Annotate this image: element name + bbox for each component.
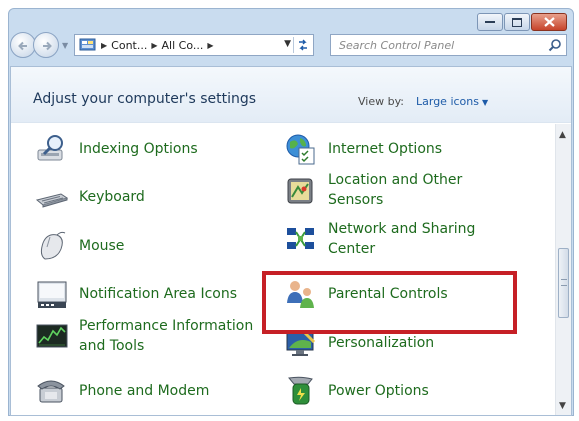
item-label: Power Options: [328, 383, 429, 399]
view-mode-value: Large icons: [416, 95, 479, 108]
breadcrumb-item-all-items[interactable]: All Co...: [162, 39, 204, 52]
item-label: Personalization: [328, 335, 435, 351]
breadcrumb-item-control-panel[interactable]: Cont...: [111, 39, 147, 52]
phone-modem-icon: [37, 380, 65, 403]
highlight-box: [262, 271, 517, 334]
item-label: Location and Other Sensors: [328, 172, 463, 208]
view-by-label: View by:: [358, 95, 404, 108]
view-mode-dropdown[interactable]: Large icons ▼: [416, 95, 488, 108]
list-item-performance-information[interactable]: Performance Information and Tools: [35, 316, 255, 356]
minimize-icon: [485, 21, 495, 23]
item-label: Performance Information and Tools: [79, 318, 254, 354]
navigation-bar: ▼ ▶ Cont... ▶ All Co... ▶ ▼ Search Contr…: [10, 32, 567, 58]
item-label: Phone and Modem: [79, 383, 210, 399]
breadcrumb-arrow-icon: ▶: [101, 40, 108, 50]
search-placeholder: Search Control Panel: [339, 39, 455, 52]
address-bar[interactable]: ▶ Cont... ▶ All Co... ▶ ▼: [74, 34, 314, 56]
list-item-power-options[interactable]: Power Options: [284, 374, 429, 408]
mouse-icon: [40, 231, 66, 260]
item-label: Mouse: [79, 238, 125, 254]
forward-button[interactable]: [33, 32, 59, 58]
scroll-down-icon[interactable]: ▼: [559, 401, 566, 411]
control-panel-icon: [79, 38, 96, 51]
items-list: Indexing Options Internet Options Keyboa…: [11, 124, 556, 415]
page-title: Adjust your computer's settings: [33, 91, 257, 107]
item-label: Notification Area Icons: [79, 286, 238, 302]
search-icon[interactable]: [548, 38, 562, 52]
maximize-button[interactable]: [504, 13, 530, 31]
close-button[interactable]: [531, 13, 567, 31]
breadcrumb: ▶ Cont... ▶ All Co... ▶: [97, 39, 218, 52]
list-item-notification-area-icons[interactable]: Notification Area Icons: [35, 277, 237, 311]
item-label: Network and Sharing Center: [328, 221, 476, 257]
chevron-down-icon: ▼: [481, 98, 489, 107]
scrollbar-thumb[interactable]: [558, 248, 569, 318]
list-item-phone-modem[interactable]: Phone and Modem: [35, 374, 209, 408]
performance-icon: [36, 324, 68, 348]
caption-buttons: [477, 13, 567, 31]
refresh-button[interactable]: [293, 37, 311, 53]
grip-icon: [561, 279, 567, 286]
maximize-icon: [512, 17, 522, 27]
list-item-network-sharing-center[interactable]: Network and Sharing Center: [284, 219, 504, 259]
internet-options-icon: [286, 134, 315, 165]
recent-pages-dropdown[interactable]: ▼: [62, 41, 68, 50]
panel-header: Adjust your computer's settings View by:…: [11, 67, 571, 123]
breadcrumb-arrow-icon: ▶: [207, 40, 214, 50]
content-panel: Adjust your computer's settings View by:…: [10, 66, 572, 416]
forward-arrow-icon: [43, 41, 52, 51]
list-item-mouse[interactable]: Mouse: [35, 229, 124, 263]
notification-area-icon: [37, 281, 67, 308]
breadcrumb-arrow-icon: ▶: [151, 40, 158, 50]
refresh-icon: [298, 39, 307, 51]
search-input[interactable]: Search Control Panel: [330, 34, 567, 56]
list-item-internet-options[interactable]: Internet Options: [284, 132, 442, 166]
network-sharing-icon: [287, 228, 314, 249]
list-item-keyboard[interactable]: Keyboard: [35, 180, 145, 214]
list-item-location-sensors[interactable]: Location and Other Sensors: [284, 170, 504, 210]
item-label: Indexing Options: [79, 141, 198, 157]
power-options-icon: [288, 376, 313, 405]
scroll-up-icon[interactable]: ▲: [559, 130, 566, 140]
item-label: Internet Options: [328, 141, 443, 157]
location-sensors-icon: [287, 178, 313, 204]
close-icon: [543, 17, 555, 27]
vertical-scrollbar[interactable]: ▲ ▼: [555, 124, 571, 415]
keyboard-icon: [35, 193, 69, 208]
item-label: Keyboard: [79, 189, 145, 205]
list-item-indexing-options[interactable]: Indexing Options: [35, 132, 198, 166]
address-dropdown-button[interactable]: ▼: [284, 39, 291, 49]
minimize-button[interactable]: [477, 13, 503, 31]
indexing-options-icon: [37, 135, 63, 161]
back-arrow-icon: [18, 41, 27, 51]
